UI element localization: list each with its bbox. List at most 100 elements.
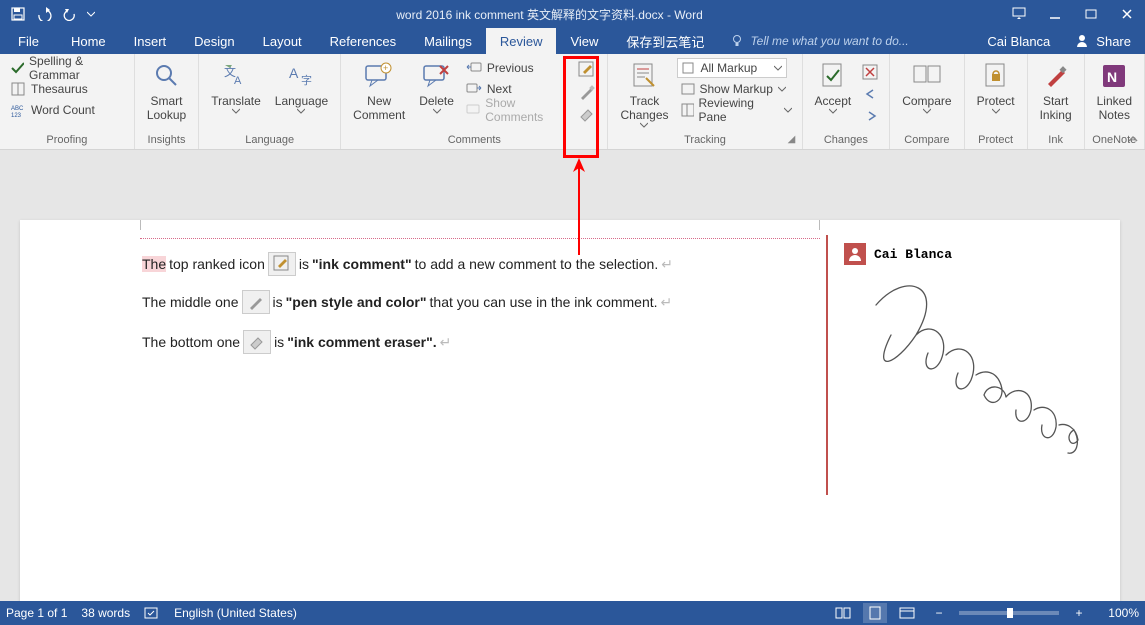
document-paragraph[interactable]: The middle one is "pen style and color" … xyxy=(142,290,672,314)
tab-references[interactable]: References xyxy=(316,28,410,54)
count-icon: ABC123 xyxy=(10,102,26,118)
qat-customize[interactable] xyxy=(84,2,98,26)
word-count-button[interactable]: ABC123 Word Count xyxy=(6,100,128,120)
tab-view[interactable]: View xyxy=(556,28,612,54)
show-markup-icon xyxy=(681,82,695,96)
search-icon xyxy=(151,60,183,92)
inline-eraser-icon xyxy=(243,330,271,354)
tab-layout[interactable]: Layout xyxy=(249,28,316,54)
document-paragraph[interactable]: The top ranked icon is "ink comment" to … xyxy=(142,252,673,276)
svg-text:A: A xyxy=(289,65,299,81)
document-page[interactable]: The top ranked icon is "ink comment" to … xyxy=(20,220,1120,601)
web-layout-button[interactable] xyxy=(895,603,919,623)
tab-mailings[interactable]: Mailings xyxy=(410,28,486,54)
ink-comment-icon xyxy=(578,61,596,79)
save-button[interactable] xyxy=(6,2,30,26)
prev-change-icon xyxy=(863,88,879,100)
minimize-button[interactable] xyxy=(1037,0,1073,28)
status-proofing-icon[interactable] xyxy=(144,606,160,620)
book-icon xyxy=(10,81,26,97)
ribbon-options-button[interactable] xyxy=(1001,0,1037,28)
chevron-down-icon xyxy=(433,108,441,114)
tab-review[interactable]: Review xyxy=(486,28,557,54)
avatar xyxy=(844,243,866,265)
document-paragraph[interactable]: The bottom one is "ink comment eraser".↵ xyxy=(142,330,451,354)
redo-button[interactable] xyxy=(58,2,82,26)
track-changes-button[interactable]: Track Changes xyxy=(614,58,674,130)
pane-icon xyxy=(681,103,694,117)
ink-comment-button[interactable] xyxy=(577,60,597,80)
onenote-icon: N xyxy=(1098,60,1130,92)
comment-connector-line xyxy=(140,238,820,239)
status-word-count[interactable]: 38 words xyxy=(81,606,130,620)
check-icon xyxy=(10,60,24,76)
start-inking-button[interactable]: Start Inking xyxy=(1034,58,1078,124)
tab-file[interactable]: File xyxy=(0,28,57,54)
svg-text:123: 123 xyxy=(11,113,22,118)
tracking-dialog-launcher[interactable]: ◢ xyxy=(785,132,799,146)
comment-divider xyxy=(826,235,828,495)
svg-text:N: N xyxy=(1107,69,1117,85)
maximize-button[interactable] xyxy=(1073,0,1109,28)
close-button[interactable] xyxy=(1109,0,1145,28)
pen-style-button[interactable] xyxy=(577,82,597,102)
tab-home[interactable]: Home xyxy=(57,28,120,54)
ink-handwriting xyxy=(856,275,1106,485)
previous-change-button[interactable] xyxy=(859,84,883,104)
share-button[interactable]: Share xyxy=(1060,28,1145,54)
spelling-grammar-button[interactable]: Spelling & Grammar xyxy=(6,58,128,78)
tab-cloud-notes[interactable]: 保存到云笔记 xyxy=(612,28,718,54)
read-mode-button[interactable] xyxy=(831,603,855,623)
track-changes-icon xyxy=(628,60,660,92)
svg-text:ABC: ABC xyxy=(11,106,24,112)
group-label-language: Language xyxy=(205,132,334,149)
delete-comment-button[interactable]: Delete xyxy=(413,58,460,116)
protect-button[interactable]: Protect xyxy=(971,58,1021,116)
tell-me-search[interactable]: Tell me what you want to do... xyxy=(718,28,908,54)
previous-comment-button[interactable]: Previous xyxy=(462,58,572,78)
group-label-insights: Insights xyxy=(141,132,192,149)
smart-lookup-button[interactable]: Smart Lookup xyxy=(141,58,192,124)
ink-eraser-button[interactable] xyxy=(577,104,597,124)
comments-icon xyxy=(466,103,480,117)
new-comment-button[interactable]: + New Comment xyxy=(347,58,411,124)
tab-design[interactable]: Design xyxy=(180,28,248,54)
print-layout-button[interactable] xyxy=(863,603,887,623)
svg-text:A: A xyxy=(234,75,242,87)
zoom-slider[interactable] xyxy=(959,611,1059,615)
globe-icon: A字 xyxy=(285,60,317,92)
comment-add-icon: + xyxy=(363,60,395,92)
collapse-ribbon-button[interactable] xyxy=(1127,133,1139,145)
comment-balloon[interactable]: Cai Blanca xyxy=(826,235,1106,495)
group-label-proofing: Proofing xyxy=(6,132,128,149)
svg-text:+: + xyxy=(383,63,388,73)
linked-notes-button[interactable]: N Linked Notes xyxy=(1091,58,1138,124)
zoom-in-button[interactable]: + xyxy=(1067,603,1091,623)
shield-icon xyxy=(980,60,1012,92)
inline-pen-icon xyxy=(242,290,270,314)
user-name[interactable]: Cai Blanca xyxy=(977,28,1060,54)
tab-insert[interactable]: Insert xyxy=(120,28,181,54)
zoom-level[interactable]: 100% xyxy=(1099,606,1139,620)
undo-button[interactable] xyxy=(32,2,56,26)
accept-button[interactable]: Accept xyxy=(809,58,858,116)
chevron-down-icon xyxy=(297,108,305,114)
ink-pen-icon xyxy=(1040,60,1072,92)
next-change-button[interactable] xyxy=(859,106,883,126)
language-button[interactable]: A字 Language xyxy=(269,58,334,116)
translate-button[interactable]: 文A Translate xyxy=(205,58,267,116)
compare-button[interactable]: Compare xyxy=(896,58,957,116)
group-label-comments: Comments xyxy=(347,132,601,149)
document-area[interactable]: The top ranked icon is "ink comment" to … xyxy=(0,150,1145,601)
inline-ink-comment-icon xyxy=(268,252,296,276)
share-icon xyxy=(1074,33,1090,49)
reviewing-pane-button[interactable]: Reviewing Pane xyxy=(677,100,796,120)
group-label-protect: Protect xyxy=(971,132,1021,149)
reject-button[interactable] xyxy=(859,62,883,82)
pen-icon xyxy=(578,83,596,101)
status-language[interactable]: English (United States) xyxy=(174,606,297,620)
status-page[interactable]: Page 1 of 1 xyxy=(6,606,67,620)
markup-display-dropdown[interactable]: All Markup xyxy=(677,58,787,78)
thesaurus-button[interactable]: Thesaurus xyxy=(6,79,128,99)
zoom-out-button[interactable]: − xyxy=(927,603,951,623)
